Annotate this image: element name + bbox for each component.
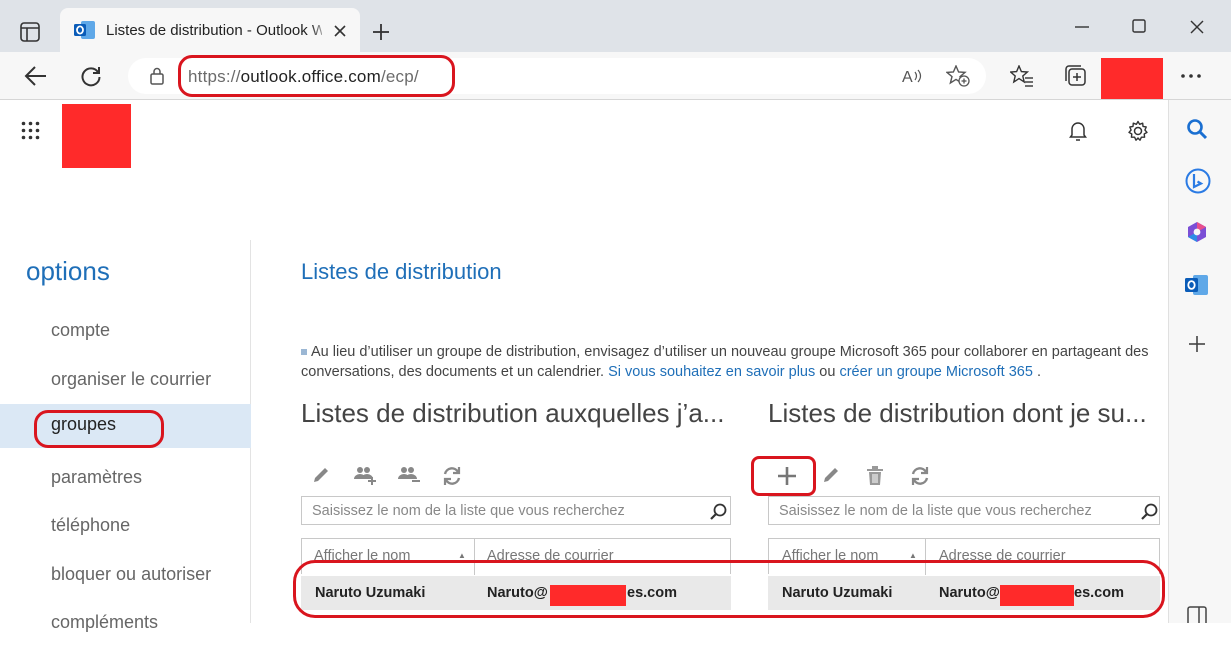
nav-item-label: compte <box>51 320 111 340</box>
search-placeholder: Saisissez le nom de la liste que vous re… <box>779 503 1092 519</box>
annotation-add-button <box>751 456 816 496</box>
redacted-logo <box>62 104 131 168</box>
tab-actions-icon[interactable] <box>20 22 40 42</box>
refresh-list-icon[interactable] <box>910 466 930 486</box>
refresh-list-icon[interactable] <box>442 466 462 486</box>
learn-more-link[interactable]: Si vous souhaitez en savoir plus <box>608 364 815 380</box>
search-sidebar-icon[interactable] <box>1186 118 1208 140</box>
search-member-lists-input[interactable]: Saisissez le nom de la liste que vous re… <box>301 496 731 525</box>
nav-item-compte[interactable]: compte <box>0 310 251 354</box>
browser-tab[interactable]: Listes de distribution - Outlook W <box>60 8 360 52</box>
maximize-icon[interactable] <box>1132 19 1146 33</box>
close-tab-icon[interactable] <box>334 25 346 37</box>
edge-sidebar <box>1168 100 1231 623</box>
search-placeholder: Saisissez le nom de la liste que vous re… <box>312 503 625 519</box>
read-aloud-icon[interactable]: A <box>902 67 924 85</box>
sort-arrow-icon[interactable]: ▲ <box>458 551 466 560</box>
nav-item-complements[interactable]: compléments <box>0 602 251 646</box>
join-group-icon[interactable] <box>354 465 376 485</box>
browser-titlebar: Listes de distribution - Outlook W <box>0 0 1231 52</box>
sidebar-settings-icon[interactable] <box>1187 606 1207 623</box>
leave-group-icon[interactable] <box>398 465 420 483</box>
favorites-icon[interactable] <box>1010 65 1034 87</box>
annotation-groupes <box>34 410 164 448</box>
outlook-sidebar-icon[interactable] <box>1185 274 1209 296</box>
edit-pencil-icon[interactable] <box>822 466 840 484</box>
options-title: options <box>26 256 110 286</box>
new-tab-icon[interactable] <box>372 23 390 41</box>
lock-icon[interactable] <box>150 67 164 85</box>
settings-gear-icon[interactable] <box>1127 120 1149 142</box>
add-favorite-icon[interactable] <box>946 65 970 87</box>
annotation-rows <box>293 560 1165 618</box>
svg-text:A: A <box>902 69 913 85</box>
more-options-icon[interactable] <box>1181 74 1201 78</box>
search-icon[interactable] <box>1141 503 1159 521</box>
info-end: . <box>1036 363 1041 380</box>
section-title-owned-lists: Listes de distribution dont je su... <box>768 398 1147 428</box>
app-launcher-icon[interactable] <box>21 121 40 140</box>
section-title-member-lists: Listes de distribution auxquelles j’a... <box>301 398 725 428</box>
info-message: Au lieu d’utiliser un groupe de distribu… <box>301 343 1163 382</box>
sort-arrow-icon[interactable]: ▲ <box>909 551 917 560</box>
search-icon[interactable] <box>710 503 728 521</box>
search-owned-lists-input[interactable]: Saisissez le nom de la liste que vous re… <box>768 496 1160 525</box>
nav-item-bloquer-autoriser[interactable]: bloquer ou autoriser <box>0 554 251 598</box>
nav-item-label: bloquer ou autoriser <box>51 564 212 584</box>
info-ou: ou <box>819 363 836 380</box>
redacted-profile[interactable] <box>1101 58 1163 99</box>
notifications-bell-icon[interactable] <box>1069 120 1087 142</box>
nav-item-label: téléphone <box>51 515 131 535</box>
back-icon[interactable] <box>24 66 48 86</box>
page-title: Listes de distribution <box>301 259 502 284</box>
create-group-link[interactable]: créer un groupe Microsoft 365 <box>839 364 1032 380</box>
delete-trash-icon[interactable] <box>866 466 884 486</box>
collections-icon[interactable] <box>1064 64 1088 88</box>
add-sidebar-app-icon[interactable] <box>1188 335 1206 353</box>
nav-item-organiser-courrier[interactable]: organiser le courrier <box>0 359 251 403</box>
annotation-url <box>178 55 455 97</box>
tab-title: Listes de distribution - Outlook W <box>106 22 322 39</box>
nav-item-telephone[interactable]: téléphone <box>0 505 251 549</box>
nav-item-label: paramètres <box>51 467 143 487</box>
microsoft-365-icon[interactable] <box>1185 220 1209 244</box>
nav-item-parametres[interactable]: paramètres <box>0 457 251 501</box>
edit-pencil-icon[interactable] <box>312 466 330 484</box>
close-window-icon[interactable] <box>1190 20 1204 34</box>
bing-chat-icon[interactable] <box>1185 168 1211 194</box>
refresh-icon[interactable] <box>80 65 102 87</box>
nav-item-label: organiser le courrier <box>51 369 212 389</box>
browser-toolbar: https://outlook.office.com/ecp/ A <box>0 52 1231 100</box>
outlook-favicon-icon <box>74 21 95 39</box>
info-bullet <box>301 349 307 356</box>
minimize-icon[interactable] <box>1075 26 1089 30</box>
tab-fade <box>310 18 330 44</box>
